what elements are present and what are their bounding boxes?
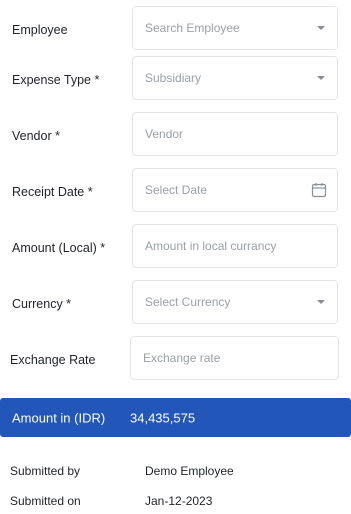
vendor-row: Vendor * xyxy=(0,112,351,160)
submitted-on-label: Submitted on xyxy=(10,494,81,508)
employee-row: Employee Search Employee xyxy=(0,6,351,54)
chevron-down-icon xyxy=(317,300,325,304)
receipt-date-label: Receipt Date * xyxy=(12,185,93,199)
amount-total-value: 34,435,575 xyxy=(130,410,196,425)
currency-label: Currency * xyxy=(12,297,72,311)
calendar-icon[interactable] xyxy=(311,182,327,198)
chevron-down-icon xyxy=(317,26,325,30)
employee-select[interactable]: Search Employee xyxy=(132,6,338,50)
amount-total-banner: Amount in (IDR) 34,435,575 xyxy=(0,398,351,437)
submitted-on-value: Jan-12-2023 xyxy=(145,494,213,508)
receipt-date-row: Receipt Date * Select Date xyxy=(0,168,351,216)
submitted-by-label: Submitted by xyxy=(10,464,81,478)
submitted-by-row: Submitted by Demo Employee xyxy=(0,464,351,484)
amount-local-label: Amount (Local) * xyxy=(12,241,106,255)
exchange-rate-label: Exchange Rate xyxy=(10,353,96,367)
employee-placeholder: Search Employee xyxy=(145,21,240,35)
amount-local-input[interactable] xyxy=(133,225,337,267)
vendor-label: Vendor * xyxy=(12,129,60,143)
submitted-on-row: Submitted on Jan-12-2023 xyxy=(0,494,351,514)
chevron-down-icon xyxy=(317,76,325,80)
amount-local-field[interactable] xyxy=(132,224,338,268)
vendor-field[interactable] xyxy=(132,112,338,156)
expense-type-row: Expense Type * Subsidiary xyxy=(0,56,351,104)
exchange-rate-input[interactable] xyxy=(131,337,338,379)
exchange-rate-field[interactable] xyxy=(130,336,339,380)
submitted-by-value: Demo Employee xyxy=(145,464,234,478)
amount-local-row: Amount (Local) * xyxy=(0,224,351,272)
currency-row: Currency * Select Currency xyxy=(0,280,351,328)
expense-type-label: Expense Type * xyxy=(12,73,100,87)
expense-type-placeholder: Subsidiary xyxy=(145,71,202,85)
expense-type-select[interactable]: Subsidiary xyxy=(132,56,338,100)
vendor-input[interactable] xyxy=(133,113,337,155)
currency-placeholder: Select Currency xyxy=(145,295,231,309)
exchange-rate-row: Exchange Rate xyxy=(0,336,351,384)
amount-total-label: Amount in (IDR) xyxy=(12,410,106,425)
receipt-date-picker[interactable]: Select Date xyxy=(132,168,338,212)
receipt-date-placeholder: Select Date xyxy=(145,183,208,197)
currency-select[interactable]: Select Currency xyxy=(132,280,338,324)
employee-label: Employee xyxy=(12,23,68,37)
